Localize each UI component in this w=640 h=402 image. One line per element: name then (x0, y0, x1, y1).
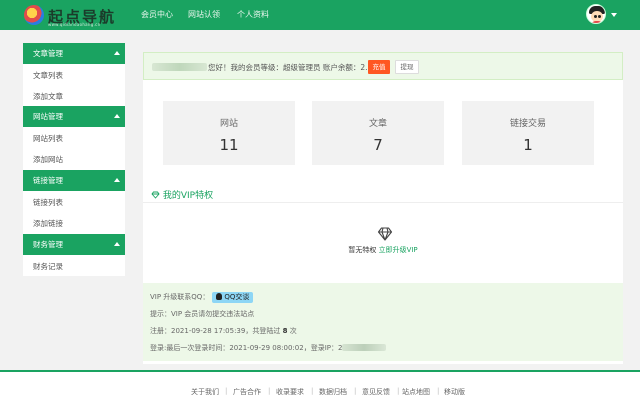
top-navbar: 起点导航 www.qidiandaohang.cn 会员中心 网站认领 个人资料 (0, 0, 640, 30)
diamond-icon (151, 191, 163, 201)
footer-link-mobile[interactable]: 移动版 (444, 387, 465, 397)
chevron-up-icon (114, 51, 120, 55)
diamond-icon (377, 227, 393, 241)
stat-card-link-trades[interactable]: 链接交易 1 (462, 101, 594, 165)
footer-link-archive[interactable]: 数据归档 (319, 387, 347, 397)
logo-icon (24, 5, 44, 25)
main-panel: 您好！我的会员等级：超级管理员 账户余额：2.00 元 充值 提现 网站 11 … (143, 52, 623, 364)
member-info-box: VIP 升级联系QQ： QQ交谈 提示：VIP 会员请勿提交违法站点 注册：202… (143, 283, 623, 361)
footer: 关于我们 | 广告合作 | 收录要求 | 数据归档 | 意见反馈 | 站点地图 … (0, 372, 640, 402)
last-login-info: 登录:最后一次登录时间：2021-09-29 08:00:02，登录IP：2 (150, 343, 387, 353)
qq-chat-button[interactable]: QQ交谈 (212, 292, 254, 303)
stat-value: 11 (219, 136, 239, 154)
tip-text: 提示：VIP 会员请勿提交违法站点 (150, 310, 255, 318)
stat-value: 7 (373, 136, 383, 154)
stat-card-articles[interactable]: 文章 7 (312, 101, 444, 165)
vip-contact-row: VIP 升级联系QQ： QQ交谈 (150, 292, 254, 303)
chevron-up-icon (114, 114, 120, 118)
sidebar-item-add-site[interactable]: 添加网站 (33, 154, 63, 165)
sidebar-item-article-list[interactable]: 文章列表 (33, 70, 63, 81)
stat-label: 链接交易 (509, 119, 546, 129)
sidebar-section-site[interactable]: 网站管理 (23, 106, 125, 127)
upgrade-vip-link[interactable]: 立即升级VIP (379, 246, 418, 254)
blurred-ip (342, 344, 387, 351)
no-privileges-text: 暂无特权 (348, 246, 377, 254)
account-notice: 您好！我的会员等级：超级管理员 账户余额：2.00 元 充值 提现 (143, 52, 623, 80)
divider (143, 202, 623, 203)
stat-card-sites[interactable]: 网站 11 (163, 101, 295, 165)
footer-link-about[interactable]: 关于我们 (191, 387, 219, 397)
footer-link-sitemap[interactable]: 站点地图 (402, 387, 430, 397)
sidebar-item-add-link[interactable]: 添加链接 (33, 218, 63, 229)
withdraw-button[interactable]: 提现 (395, 60, 419, 74)
sidebar-item-finance-records[interactable]: 财务记录 (33, 261, 63, 272)
recharge-button[interactable]: 充值 (368, 60, 390, 74)
blurred-username (152, 63, 207, 71)
nav-member-center[interactable]: 会员中心 (141, 9, 173, 20)
nav-profile[interactable]: 个人资料 (237, 9, 269, 20)
footer-link-requirements[interactable]: 收录要求 (276, 387, 304, 397)
stat-label: 文章 (368, 119, 387, 129)
sidebar: 文章管理 文章列表 添加文章 网站管理 网站列表 添加网站 链接管理 链接列表 … (23, 43, 125, 276)
qq-penguin-icon (216, 293, 223, 300)
avatar[interactable] (586, 4, 606, 24)
logo-subtext: www.qidiandaohang.cn (48, 22, 101, 27)
chevron-up-icon (114, 178, 120, 182)
vip-section-title: 我的VIP特权 (151, 188, 213, 201)
stat-value: 1 (523, 136, 533, 154)
sidebar-section-link[interactable]: 链接管理 (23, 170, 125, 191)
sidebar-section-article[interactable]: 文章管理 (23, 43, 125, 64)
site-logo[interactable]: 起点导航 www.qidiandaohang.cn (24, 3, 124, 27)
chevron-down-icon[interactable] (611, 13, 617, 17)
sidebar-item-add-article[interactable]: 添加文章 (33, 91, 63, 102)
sidebar-item-site-list[interactable]: 网站列表 (33, 133, 63, 144)
sidebar-item-link-list[interactable]: 链接列表 (33, 197, 63, 208)
register-info: 注册：2021-09-28 17:05:39，共登陆过 8 次 (150, 327, 297, 335)
footer-link-feedback[interactable]: 意见反馈 (362, 387, 390, 397)
stat-label: 网站 (219, 119, 238, 129)
nav-site-claim[interactable]: 网站认领 (188, 9, 220, 20)
footer-link-ads[interactable]: 广告合作 (233, 387, 261, 397)
chevron-up-icon (114, 242, 120, 246)
account-summary: 您好！我的会员等级：超级管理员 账户余额：2.00 元 (208, 63, 387, 72)
sidebar-section-finance[interactable]: 财务管理 (23, 234, 125, 255)
login-count: 8 (282, 327, 288, 335)
